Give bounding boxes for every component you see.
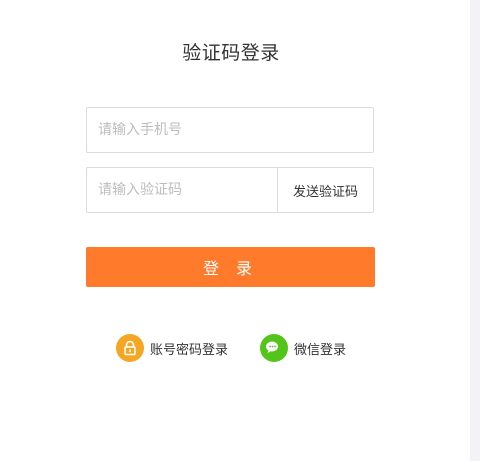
wechat-login-label: 微信登录 — [294, 342, 347, 358]
wechat-icon — [260, 334, 288, 362]
send-code-button[interactable]: 发送验证码 — [277, 168, 373, 212]
page-title: 验证码登录 — [182, 42, 280, 64]
lock-icon — [116, 334, 144, 362]
login-button[interactable]: 登 录 — [86, 247, 375, 287]
wechat-login-option[interactable]: 微信登录 — [260, 334, 346, 362]
phone-field — [86, 107, 374, 153]
page-edge-strip — [470, 0, 480, 461]
code-field: 发送验证码 — [86, 167, 374, 213]
phone-input[interactable] — [87, 108, 373, 152]
password-login-option[interactable]: 账号密码登录 — [116, 334, 228, 362]
password-login-label: 账号密码登录 — [150, 342, 229, 358]
verification-code-input[interactable] — [87, 168, 279, 212]
